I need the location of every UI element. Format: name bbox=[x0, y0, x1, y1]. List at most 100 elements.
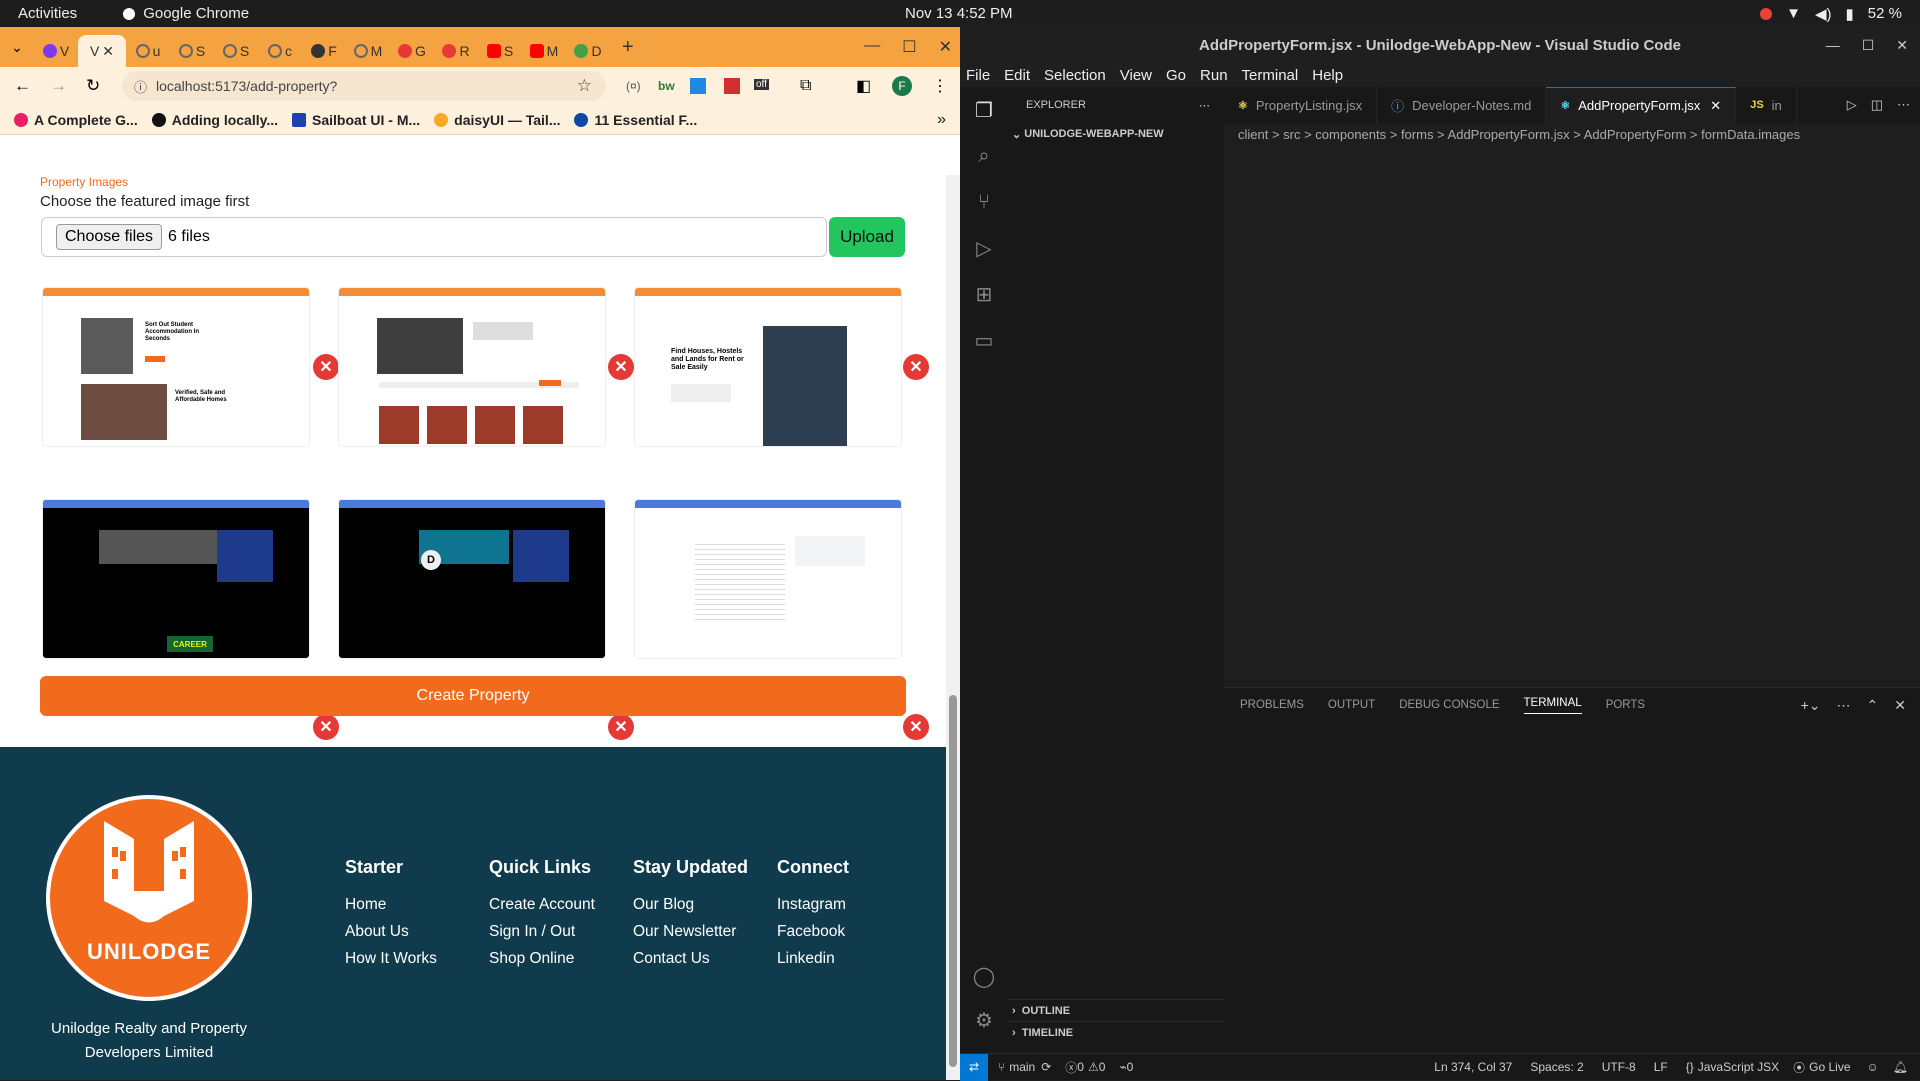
menu-view[interactable]: View bbox=[1120, 67, 1152, 84]
timeline-section[interactable]: › TIMELINE bbox=[1008, 1021, 1224, 1043]
extensions-icon[interactable]: ⊞ bbox=[960, 271, 1008, 317]
maximize-icon[interactable]: ☐ bbox=[902, 37, 916, 57]
split-editor-icon[interactable]: ◫ bbox=[1871, 97, 1883, 113]
close-icon[interactable]: ✕ bbox=[1896, 37, 1908, 54]
minimize-icon[interactable]: — bbox=[864, 37, 880, 57]
editor-tab[interactable]: JS in bbox=[1736, 87, 1797, 123]
chrome-tab[interactable]: S bbox=[170, 35, 214, 67]
remove-image-button[interactable]: ✕ bbox=[313, 354, 339, 380]
new-tab-button[interactable]: + bbox=[622, 36, 634, 59]
close-icon[interactable]: ✕ bbox=[939, 37, 952, 57]
indentation[interactable]: Spaces: 2 bbox=[1530, 1060, 1583, 1074]
remove-image-button[interactable]: ✕ bbox=[608, 354, 634, 380]
side-panel-icon[interactable]: ◧ bbox=[856, 76, 871, 96]
tab-close-icon[interactable]: ✕ bbox=[1710, 98, 1721, 114]
footer-link[interactable]: Our Blog bbox=[633, 896, 748, 914]
tab-debug-console[interactable]: DEBUG CONSOLE bbox=[1399, 699, 1499, 711]
editor-tab[interactable]: ⚛ PropertyListing.jsx bbox=[1224, 87, 1378, 123]
remove-image-button[interactable]: ✕ bbox=[313, 714, 339, 740]
more-actions-icon[interactable]: ⋯ bbox=[1837, 697, 1851, 714]
active-app-indicator[interactable]: Google Chrome bbox=[123, 5, 249, 22]
remove-image-button[interactable]: ✕ bbox=[903, 354, 929, 380]
search-icon[interactable]: ⌕ bbox=[960, 133, 1008, 179]
file-input[interactable]: Choose files 6 files bbox=[41, 217, 827, 257]
maximize-panel-icon[interactable]: ⌃ bbox=[1867, 697, 1879, 714]
run-icon[interactable]: ▷ bbox=[1847, 97, 1857, 113]
sync-icon[interactable]: ⟳ bbox=[1041, 1060, 1051, 1074]
remove-image-button[interactable]: ✕ bbox=[608, 714, 634, 740]
bookmarks-overflow-icon[interactable]: » bbox=[937, 111, 946, 129]
chrome-tab[interactable]: S bbox=[478, 35, 522, 67]
footer-link[interactable]: Contact Us bbox=[633, 950, 748, 968]
extension-icon[interactable]: (¤) bbox=[626, 79, 641, 93]
notifications-bell-icon[interactable]: 🔔︎ bbox=[1893, 1060, 1908, 1074]
upload-button[interactable]: Upload bbox=[829, 217, 905, 257]
footer-link[interactable]: Linkedin bbox=[777, 950, 849, 968]
editor-tab-active[interactable]: ⚛ AddPropertyForm.jsx ✕ bbox=[1546, 87, 1737, 123]
more-actions-icon[interactable]: ⋯ bbox=[1897, 97, 1910, 113]
chrome-tab[interactable]: V bbox=[34, 35, 78, 67]
footer-link[interactable]: Facebook bbox=[777, 923, 849, 941]
footer-link[interactable]: Our Newsletter bbox=[633, 923, 748, 941]
go-live-button[interactable]: Go Live bbox=[1809, 1060, 1850, 1074]
bookmark-item[interactable]: Sailboat UI - M... bbox=[292, 112, 420, 128]
chrome-tab[interactable]: G bbox=[390, 35, 434, 67]
language-mode[interactable]: JavaScript JSX bbox=[1698, 1060, 1779, 1074]
remove-image-button[interactable]: ✕ bbox=[903, 714, 929, 740]
chrome-tab[interactable]: u bbox=[126, 35, 170, 67]
more-actions-icon[interactable]: ⋯ bbox=[1199, 99, 1210, 112]
chrome-tab[interactable]: R bbox=[434, 35, 478, 67]
footer-link[interactable]: Instagram bbox=[777, 896, 849, 914]
maximize-icon[interactable]: ☐ bbox=[1862, 37, 1875, 54]
tab-problems[interactable]: PROBLEMS bbox=[1240, 699, 1304, 711]
menu-terminal[interactable]: Terminal bbox=[1242, 67, 1299, 84]
choose-files-button[interactable]: Choose files bbox=[56, 224, 163, 250]
bookmark-star-icon[interactable]: ☆ bbox=[577, 76, 592, 96]
footer-link[interactable]: About Us bbox=[345, 923, 437, 941]
menu-help[interactable]: Help bbox=[1312, 67, 1343, 84]
tab-close-icon[interactable]: ✕ bbox=[102, 43, 114, 60]
bookmark-item[interactable]: Adding locally... bbox=[151, 112, 278, 128]
unilodge-logo[interactable]: UNILODGE bbox=[46, 795, 252, 1001]
bookmark-item[interactable]: 11 Essential F... bbox=[574, 112, 697, 128]
breadcrumb[interactable]: client > src > components > forms > AddP… bbox=[1224, 123, 1920, 145]
tab-search-icon[interactable]: ⌄ bbox=[0, 39, 34, 56]
extension-icon[interactable] bbox=[690, 78, 706, 94]
footer-link[interactable]: Create Account bbox=[489, 896, 595, 914]
copilot-icon[interactable]: ☺ bbox=[1867, 1060, 1879, 1074]
tab-terminal[interactable]: TERMINAL bbox=[1523, 697, 1582, 714]
outline-section[interactable]: › OUTLINE bbox=[1008, 999, 1224, 1021]
back-icon[interactable]: ← bbox=[14, 76, 31, 96]
reload-icon[interactable]: ↻ bbox=[86, 76, 100, 96]
bookmark-item[interactable]: daisyUI — Tail... bbox=[434, 112, 560, 128]
footer-link[interactable]: Sign In / Out bbox=[489, 923, 595, 941]
error-count[interactable]: 0 bbox=[1077, 1060, 1084, 1074]
minimize-icon[interactable]: — bbox=[1826, 37, 1840, 54]
chrome-tab[interactable]: c bbox=[258, 35, 302, 67]
chrome-tab[interactable]: M bbox=[522, 35, 566, 67]
ports-count[interactable]: 0 bbox=[1127, 1060, 1134, 1074]
activities-button[interactable]: Activities bbox=[18, 5, 77, 22]
footer-link[interactable]: How It Works bbox=[345, 950, 437, 968]
warning-count[interactable]: 0 bbox=[1099, 1060, 1106, 1074]
cursor-position[interactable]: Ln 374, Col 37 bbox=[1434, 1060, 1512, 1074]
remote-explorer-icon[interactable]: ▭ bbox=[960, 317, 1008, 363]
extension-icon[interactable] bbox=[724, 78, 740, 94]
new-terminal-icon[interactable]: +⌄ bbox=[1801, 697, 1821, 714]
editor-tab[interactable]: ⓘ Developer-Notes.md bbox=[1377, 87, 1547, 123]
tab-ports[interactable]: PORTS bbox=[1606, 699, 1645, 711]
footer-link[interactable]: Home bbox=[345, 896, 437, 914]
extension-badge[interactable]: off bbox=[754, 79, 769, 90]
chrome-tab[interactable]: F bbox=[302, 35, 346, 67]
clock[interactable]: Nov 13 4:52 PM bbox=[905, 5, 1013, 22]
remote-indicator-icon[interactable]: ⇄ bbox=[960, 1053, 988, 1081]
tab-output[interactable]: OUTPUT bbox=[1328, 699, 1375, 711]
page-scrollbar[interactable] bbox=[946, 175, 960, 1080]
extensions-puzzle-icon[interactable]: ⧉ bbox=[800, 77, 811, 95]
create-property-button[interactable]: Create Property bbox=[40, 676, 906, 716]
menu-selection[interactable]: Selection bbox=[1044, 67, 1106, 84]
accounts-icon[interactable]: ◯ bbox=[960, 953, 1008, 999]
line-ending[interactable]: LF bbox=[1654, 1060, 1668, 1074]
forward-icon[interactable]: → bbox=[50, 76, 67, 96]
explorer-icon[interactable]: ❐ bbox=[960, 87, 1008, 133]
